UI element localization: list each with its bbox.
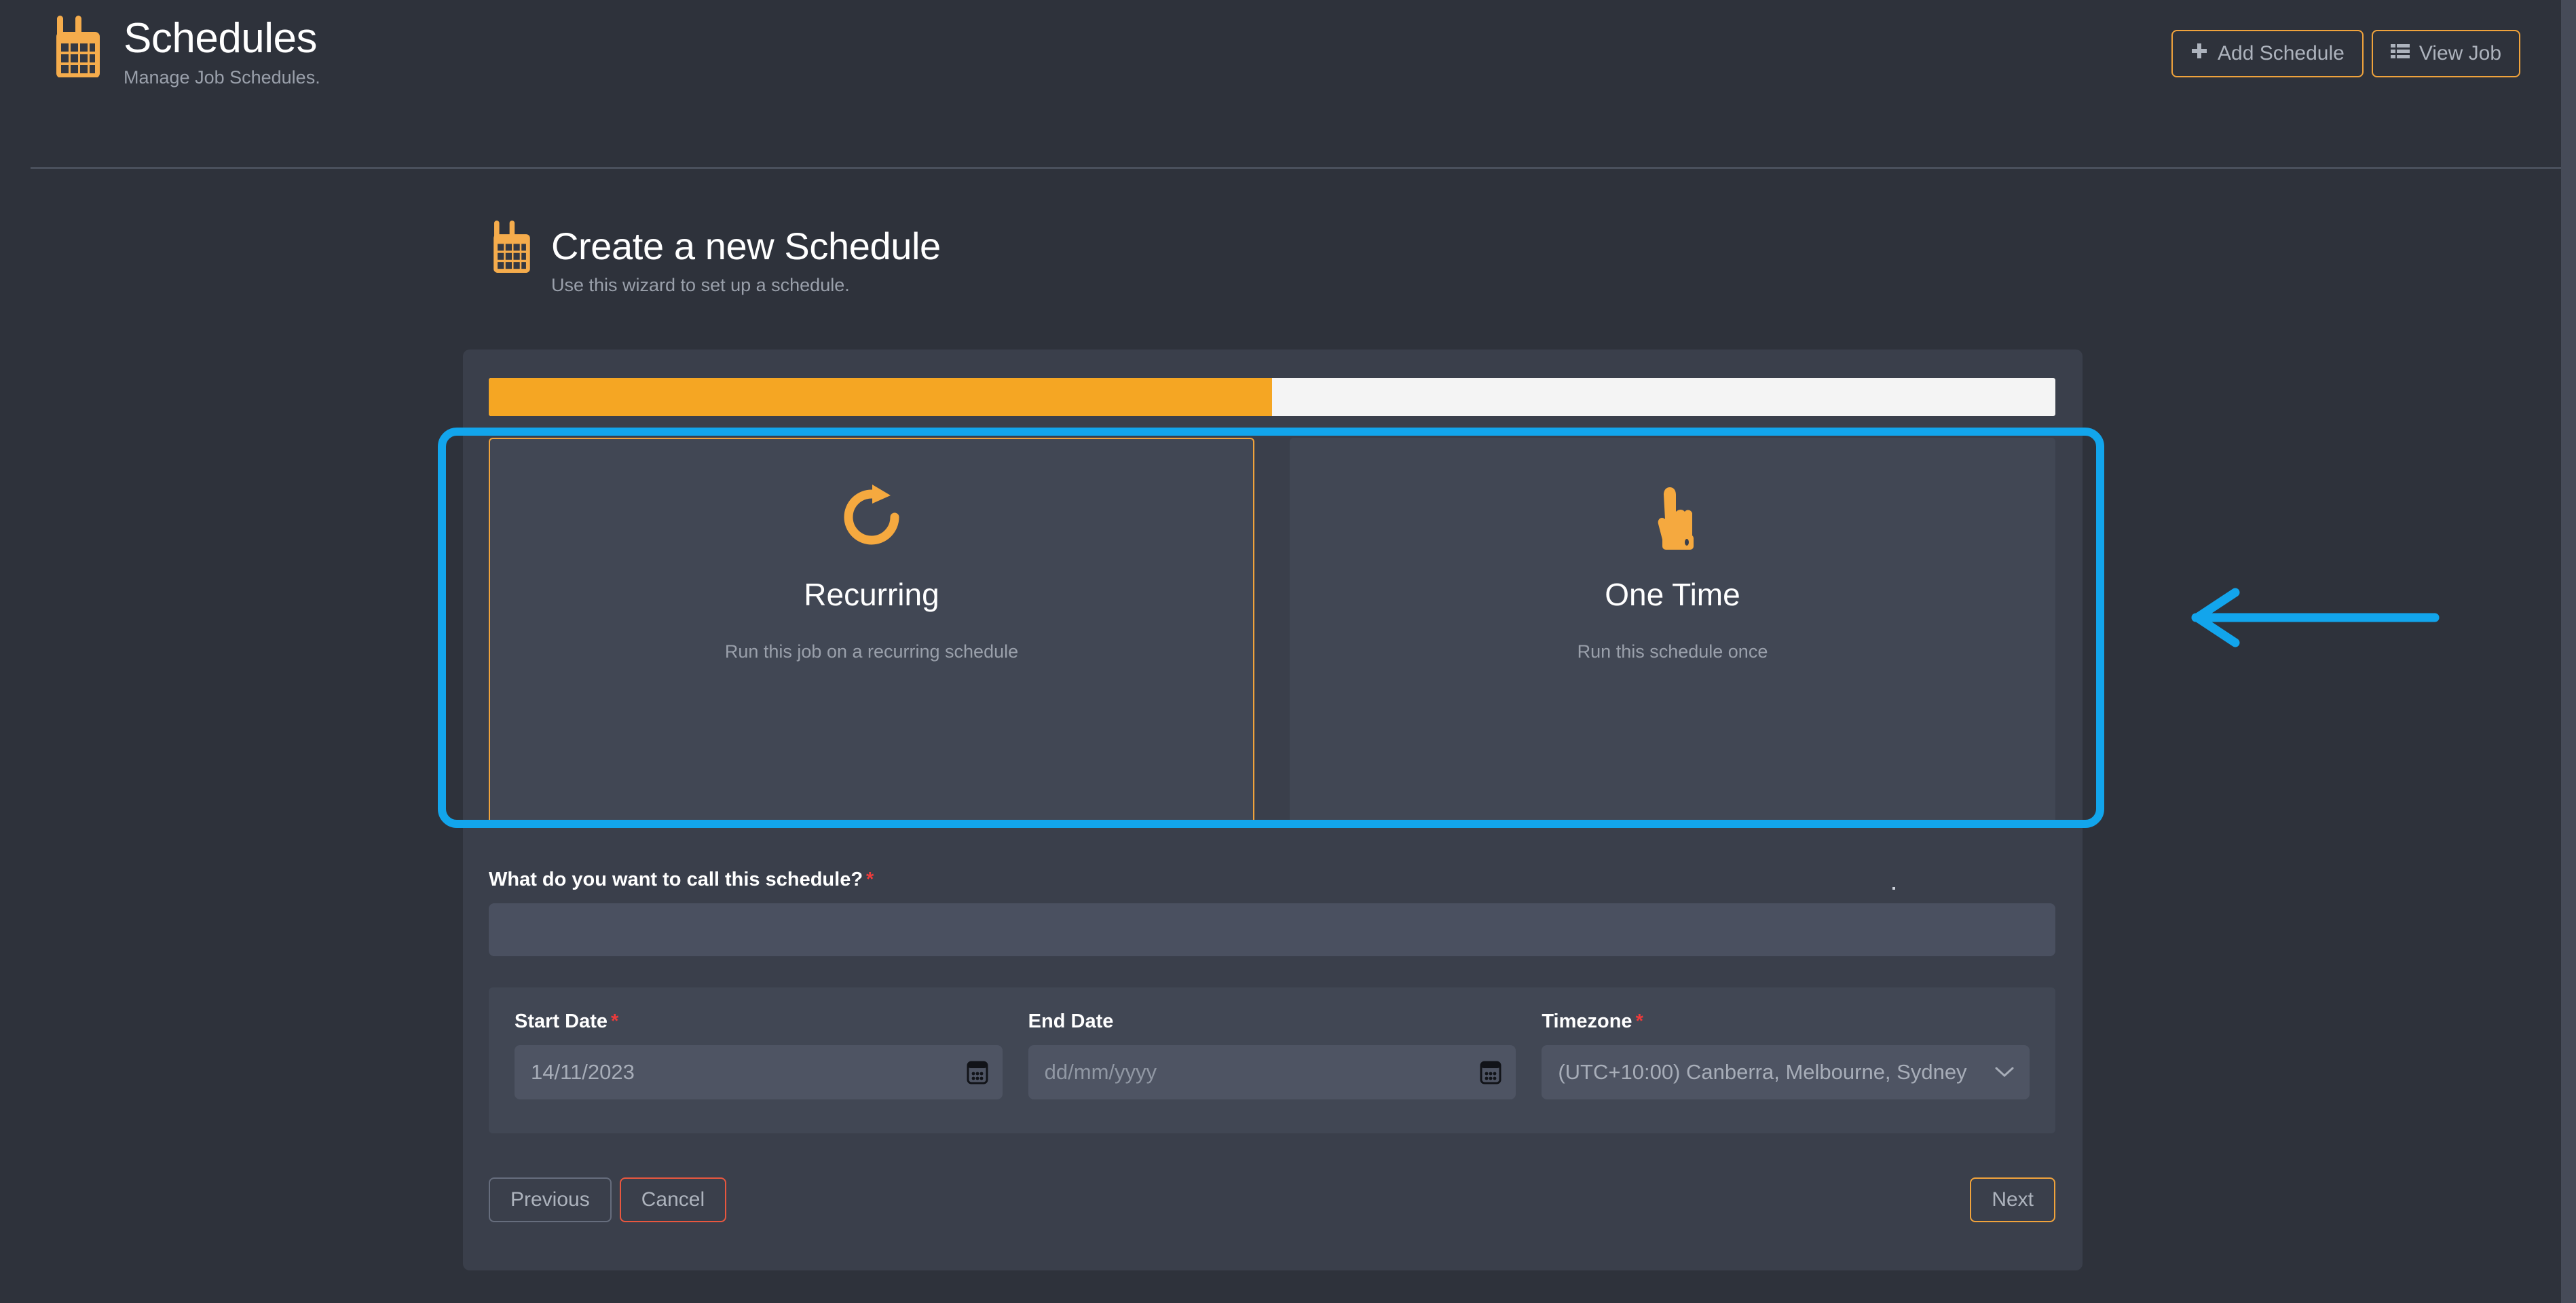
option-desc-recurring: Run this job on a recurring schedule: [724, 641, 1019, 662]
calendar-picker-icon[interactable]: [966, 1059, 989, 1085]
header-actions: Add Schedule View Job: [2171, 30, 2520, 77]
calendar-icon: [49, 12, 107, 81]
page-title: Schedules: [124, 15, 318, 62]
wizard-progress-fill: [489, 378, 1272, 416]
previous-button[interactable]: Previous: [489, 1177, 612, 1222]
option-desc-one-time: Run this schedule once: [1577, 641, 1768, 662]
option-title-one-time: One Time: [1605, 577, 1740, 612]
schedule-name-label-text: What do you want to call this schedule?: [489, 869, 863, 890]
add-schedule-label: Add Schedule: [2218, 42, 2345, 64]
start-date-label: Start Date *: [515, 1011, 1003, 1033]
wizard-heading: Create a new Schedule Use this wizard to…: [487, 217, 941, 296]
add-schedule-button[interactable]: Add Schedule: [2171, 30, 2364, 77]
view-job-button[interactable]: View Job: [2371, 30, 2520, 77]
start-date-field: Start Date *: [515, 1011, 1003, 1133]
cursor-artifact: [1892, 887, 1895, 890]
start-date-label-text: Start Date: [515, 1011, 608, 1032]
view-job-label: View Job: [2419, 42, 2501, 64]
required-marker: *: [866, 869, 874, 890]
end-date-field: End Date: [1028, 1011, 1516, 1133]
app-header: Schedules Manage Job Schedules. Add Sche…: [0, 0, 2561, 169]
end-date-label-text: End Date: [1028, 1011, 1114, 1032]
start-date-input[interactable]: [515, 1045, 1003, 1099]
cancel-button[interactable]: Cancel: [619, 1177, 727, 1222]
schedule-type-options: Recurring Run this job on a recurring sc…: [489, 438, 2055, 825]
timezone-label: Timezone *: [1542, 1011, 2030, 1033]
required-marker: *: [611, 1011, 619, 1032]
header-divider: [31, 167, 2561, 169]
required-marker: *: [1635, 1011, 1643, 1032]
schedule-name-label: What do you want to call this schedule? *: [489, 869, 2055, 891]
timezone-field: Timezone *: [1542, 1011, 2030, 1133]
annotation-arrow-icon: [2155, 580, 2440, 658]
schedule-name-input[interactable]: [489, 903, 2055, 956]
option-card-recurring[interactable]: Recurring Run this job on a recurring sc…: [489, 438, 1254, 825]
schedule-date-row: Start Date* End Date: [489, 987, 2055, 1133]
wizard-title: Create a new Schedule: [551, 225, 941, 267]
calendar-icon: [487, 217, 536, 276]
schedule-name-field: What do you want to call this schedule? *: [489, 869, 2055, 956]
wizard-footer: Previous Cancel Next: [489, 1177, 2055, 1222]
end-date-label: End Date: [1028, 1011, 1516, 1033]
pointing-hand-icon: [1640, 478, 1705, 560]
redo-arrow-icon: [839, 478, 904, 560]
next-button[interactable]: Next: [1970, 1177, 2055, 1222]
end-date-input[interactable]: [1028, 1045, 1516, 1099]
brand: Schedules Manage Job Schedules.: [49, 12, 320, 88]
calendar-picker-icon[interactable]: [1479, 1059, 1502, 1085]
page-scrollbar[interactable]: [2561, 0, 2576, 1303]
timezone-select[interactable]: [1542, 1045, 2030, 1099]
option-card-one-time[interactable]: One Time Run this schedule once: [1290, 438, 2055, 825]
timezone-label-text: Timezone: [1542, 1011, 1632, 1032]
list-icon: [2390, 42, 2410, 65]
plus-icon: [2190, 42, 2208, 65]
wizard-subtitle: Use this wizard to set up a schedule.: [551, 274, 850, 295]
wizard-progress-bar: [489, 378, 2055, 416]
option-title-recurring: Recurring: [804, 577, 939, 612]
page-subtitle: Manage Job Schedules.: [124, 67, 320, 88]
